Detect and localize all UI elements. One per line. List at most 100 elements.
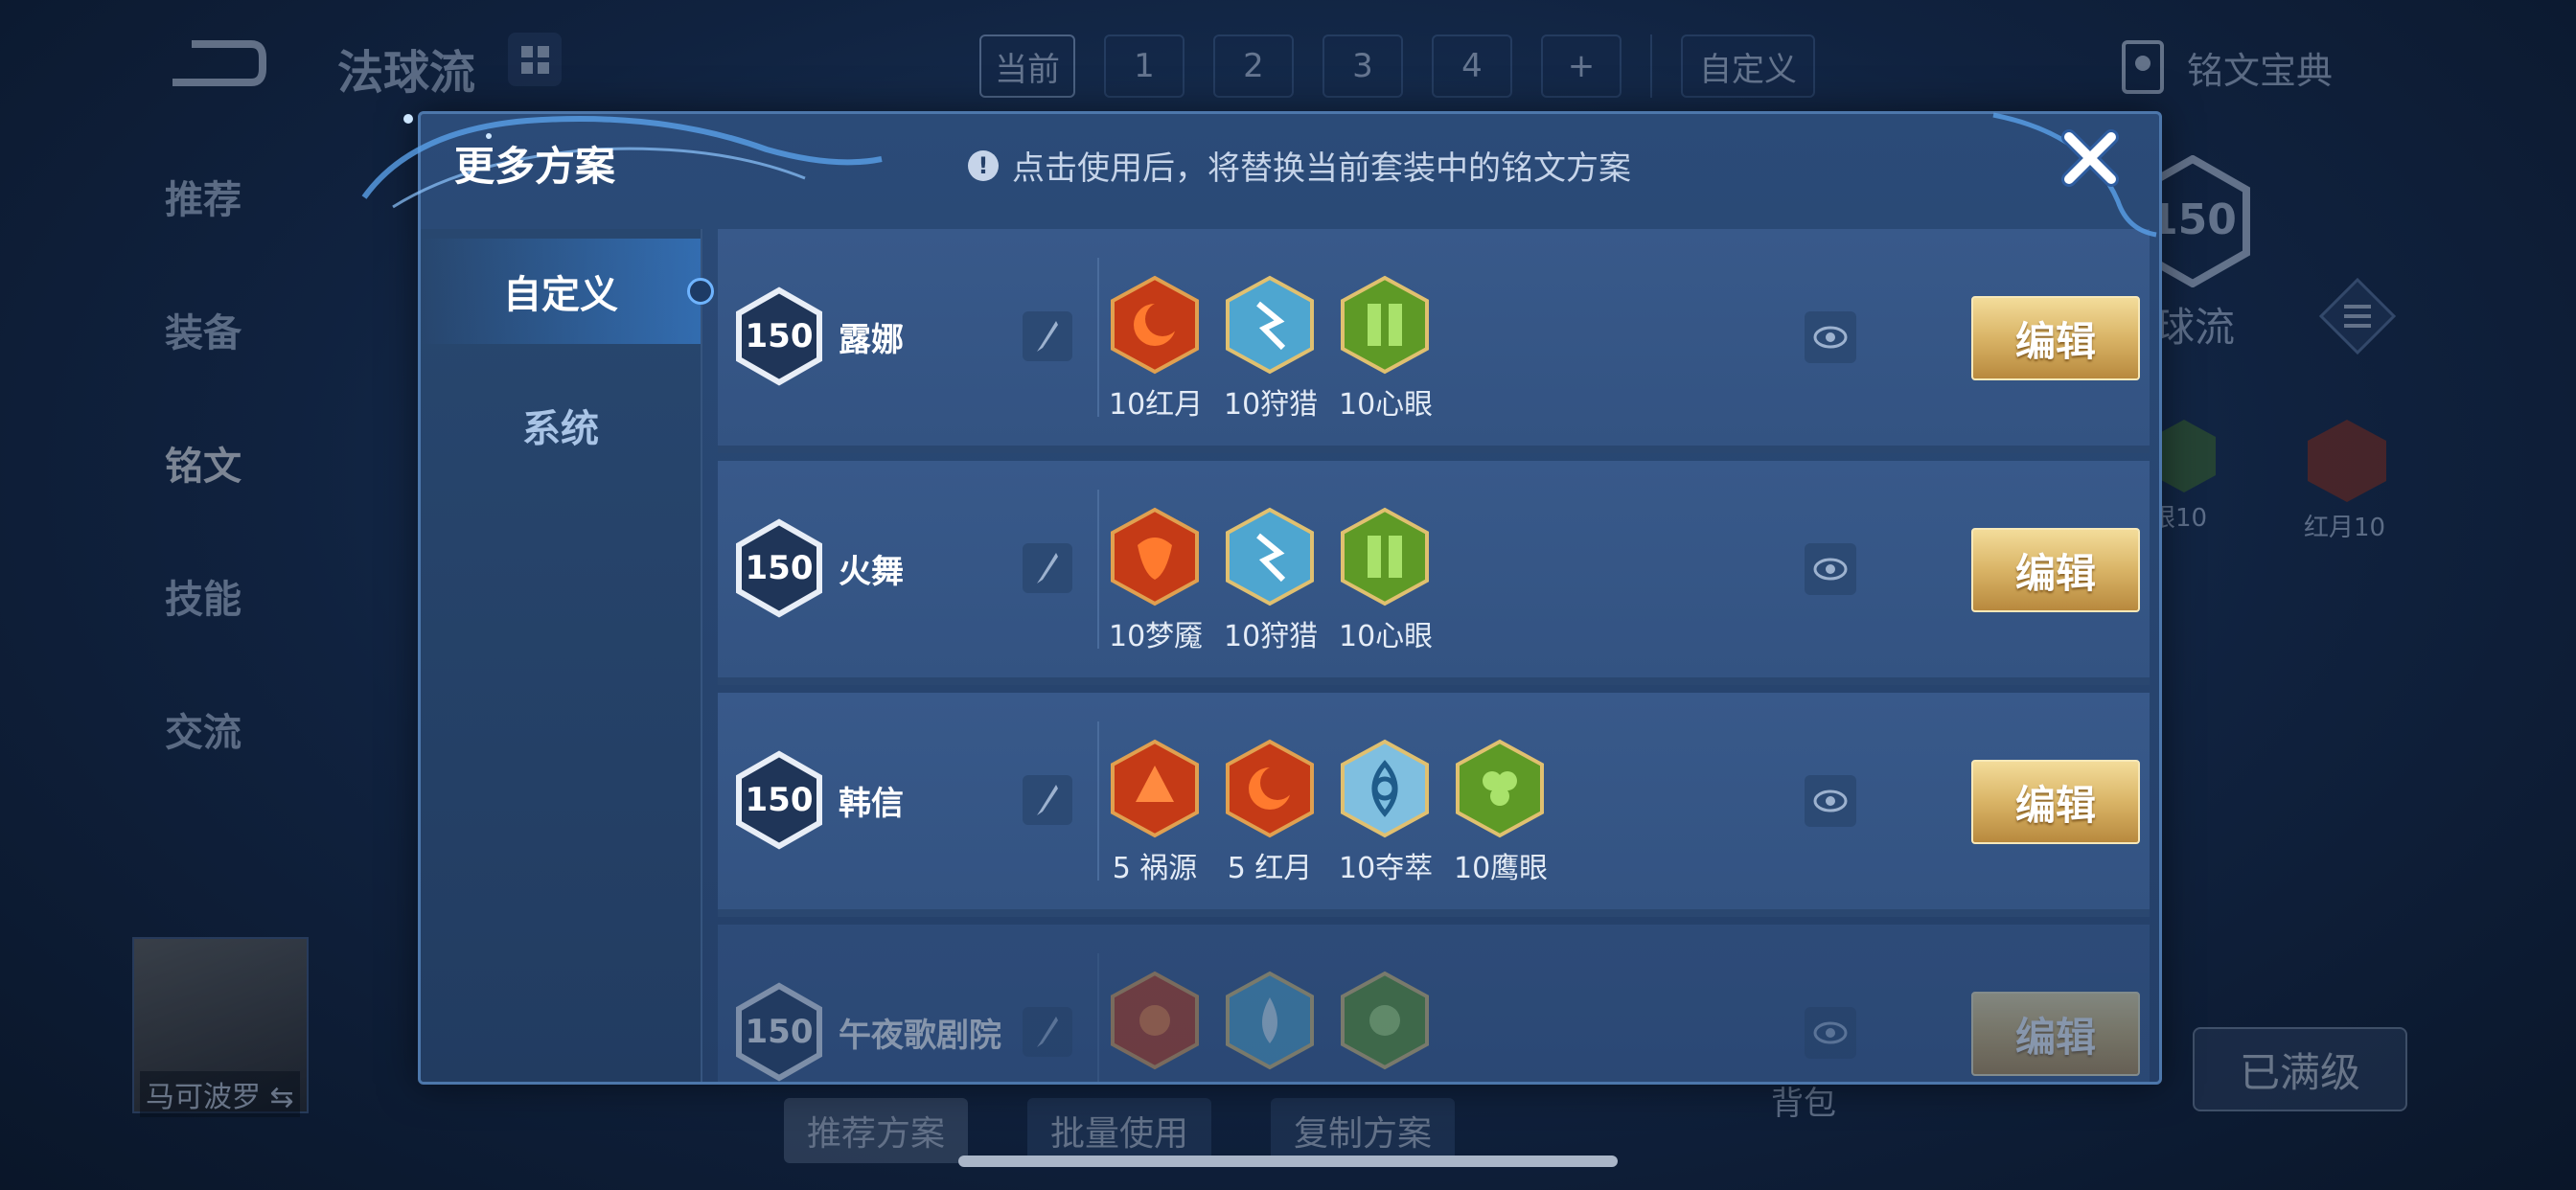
nav-runes[interactable]: 铭文 [165, 435, 242, 568]
edit-button[interactable]: 编辑 [1971, 528, 2140, 612]
hunt-icon [1226, 507, 1314, 606]
copy-plan-button[interactable]: 复制方案 [1271, 1098, 1456, 1163]
recommend-plan-button[interactable]: 推荐方案 [784, 1098, 969, 1163]
hero-name[interactable]: 马可波罗 ⇆ [140, 1071, 300, 1117]
preview-button[interactable] [1805, 1007, 1856, 1059]
rune-label: 10心眼 [1339, 620, 1434, 653]
edit-button[interactable]: 编辑 [1971, 760, 2140, 844]
rune-set: 10梦魇 10狩猎 10心眼 [1109, 507, 1434, 654]
plan-name: 韩信 [839, 785, 904, 823]
nightmare-icon [1111, 507, 1199, 606]
level-badge: 150 [735, 518, 823, 618]
side-tab-custom-label: 自定义 [503, 273, 618, 317]
pen-icon [1037, 321, 1058, 352]
side-nav: 推荐 装备 铭文 技能 交流 [165, 169, 242, 835]
batch-use-button[interactable]: 批量使用 [1027, 1098, 1212, 1163]
more-plans-dialog: 自定义 系统 150 露娜 10红月 10狩猎 10心眼 编辑 150 火舞 1… [418, 111, 2162, 1085]
rune-book-label: 铭文宝典 [2187, 49, 2334, 92]
tab-2[interactable]: 2 [1213, 34, 1294, 98]
rune-set [1109, 971, 1431, 1076]
preview-button[interactable] [1805, 311, 1856, 363]
plan-row: 150 韩信 5 祸源 5 红月 10夺萃 10鹰眼 编辑 [718, 693, 2150, 917]
back-arrow-icon[interactable] [163, 34, 268, 92]
preview-button[interactable] [1805, 775, 1856, 827]
rune-item: 10狩猎 [1224, 275, 1319, 423]
red-rune-icon [1111, 971, 1199, 1070]
side-tab-system-label: 系统 [522, 407, 599, 451]
maxed-button[interactable]: 已满级 [2193, 1027, 2407, 1111]
nav-exchange[interactable]: 交流 [165, 701, 242, 835]
rune-label: 10梦魇 [1109, 620, 1204, 653]
nav-equipment[interactable]: 装备 [165, 302, 242, 435]
rune-item [1339, 971, 1431, 1076]
plan-name: 午夜歌剧院 [839, 1017, 1001, 1055]
rename-button[interactable] [1023, 311, 1072, 361]
edit-button[interactable]: 编辑 [1971, 296, 2140, 380]
tab-add[interactable]: + [1541, 34, 1622, 98]
rune-item: 10心眼 [1339, 275, 1433, 423]
nav-skills[interactable]: 技能 [165, 568, 242, 701]
tab-4[interactable]: 4 [1432, 34, 1512, 98]
rename-button[interactable] [1023, 543, 1072, 593]
plunder-icon [1341, 739, 1429, 838]
eye-icon [1813, 326, 1848, 349]
build-title: 法球流 [337, 46, 476, 100]
heart-eye-icon [1341, 507, 1429, 606]
pen-icon [1037, 553, 1058, 584]
close-icon [2061, 129, 2119, 187]
tab-custom[interactable]: 自定义 [1681, 34, 1815, 98]
level-text: 150 [745, 317, 814, 355]
plan-name: 火舞 [839, 553, 904, 591]
rename-button[interactable] [1023, 1007, 1072, 1057]
rune-label: 10狩猎 [1224, 620, 1319, 653]
plan-row: 150 午夜歌剧院 编辑 [718, 925, 2150, 1082]
grid-icon[interactable] [508, 33, 562, 86]
hunt-icon [1226, 275, 1314, 375]
rune-item: 10红月 [1109, 275, 1203, 423]
tab-current[interactable]: 当前 [979, 34, 1075, 98]
divider [1097, 490, 1099, 649]
rune-label: 10夺萃 [1339, 852, 1434, 885]
blue-rune-icon [1226, 971, 1314, 1070]
rune-item: 10鹰眼 [1454, 739, 1548, 886]
rune-label: 5 红月 [1227, 852, 1313, 885]
edit-button[interactable]: 编辑 [1971, 992, 2140, 1076]
plan-name: 露娜 [839, 321, 904, 359]
plan-row: 150 火舞 10梦魇 10狩猎 10心眼 编辑 [718, 461, 2150, 685]
rune-item: 5 红月 [1224, 739, 1316, 886]
close-button[interactable] [2057, 125, 2124, 192]
red-moon-icon [1111, 275, 1199, 375]
side-tab-system[interactable]: 系统 [421, 373, 701, 478]
eye-icon [1813, 558, 1848, 581]
plan-list[interactable]: 150 露娜 10红月 10狩猎 10心眼 编辑 150 火舞 10梦魇 10狩… [718, 229, 2159, 1082]
tab-3[interactable]: 3 [1322, 34, 1403, 98]
info-icon: ! [968, 149, 999, 181]
hero-name-text: 马可波罗 [146, 1081, 261, 1114]
pen-icon [1037, 1017, 1058, 1047]
eagle-eye-icon [1456, 739, 1544, 838]
plan-row: 150 露娜 10红月 10狩猎 10心眼 编辑 [718, 229, 2150, 453]
divider [1097, 258, 1099, 417]
side-tab-custom[interactable]: 自定义 [421, 239, 714, 344]
bg-rune-label: 红月10 [2304, 514, 2386, 542]
preview-button[interactable] [1805, 543, 1856, 595]
level-badge: 150 [735, 982, 823, 1082]
level-text: 150 [745, 781, 814, 819]
menu-icon[interactable] [2319, 278, 2396, 355]
dialog-title: 更多方案 [454, 143, 616, 190]
eye-icon [1813, 790, 1848, 812]
heart-eye-icon [1341, 275, 1429, 375]
rune-label: 10狩猎 [1224, 388, 1319, 422]
plan-category-panel: 自定义 系统 [421, 229, 714, 1082]
swap-icon: ⇆ [269, 1081, 294, 1114]
red-moon-icon [1226, 739, 1314, 838]
notice-text: 点击使用后，将替换当前套装中的铭文方案 [1012, 149, 1631, 188]
nav-recommend[interactable]: 推荐 [165, 169, 242, 302]
rune-item: 5 祸源 [1109, 739, 1201, 886]
tab-1[interactable]: 1 [1104, 34, 1184, 98]
rune-book-link[interactable]: 铭文宝典 [2118, 38, 2333, 96]
rune-set: 10红月 10狩猎 10心眼 [1109, 275, 1433, 423]
level-text: 150 [745, 1013, 814, 1051]
divider [1650, 34, 1652, 98]
rename-button[interactable] [1023, 775, 1072, 825]
